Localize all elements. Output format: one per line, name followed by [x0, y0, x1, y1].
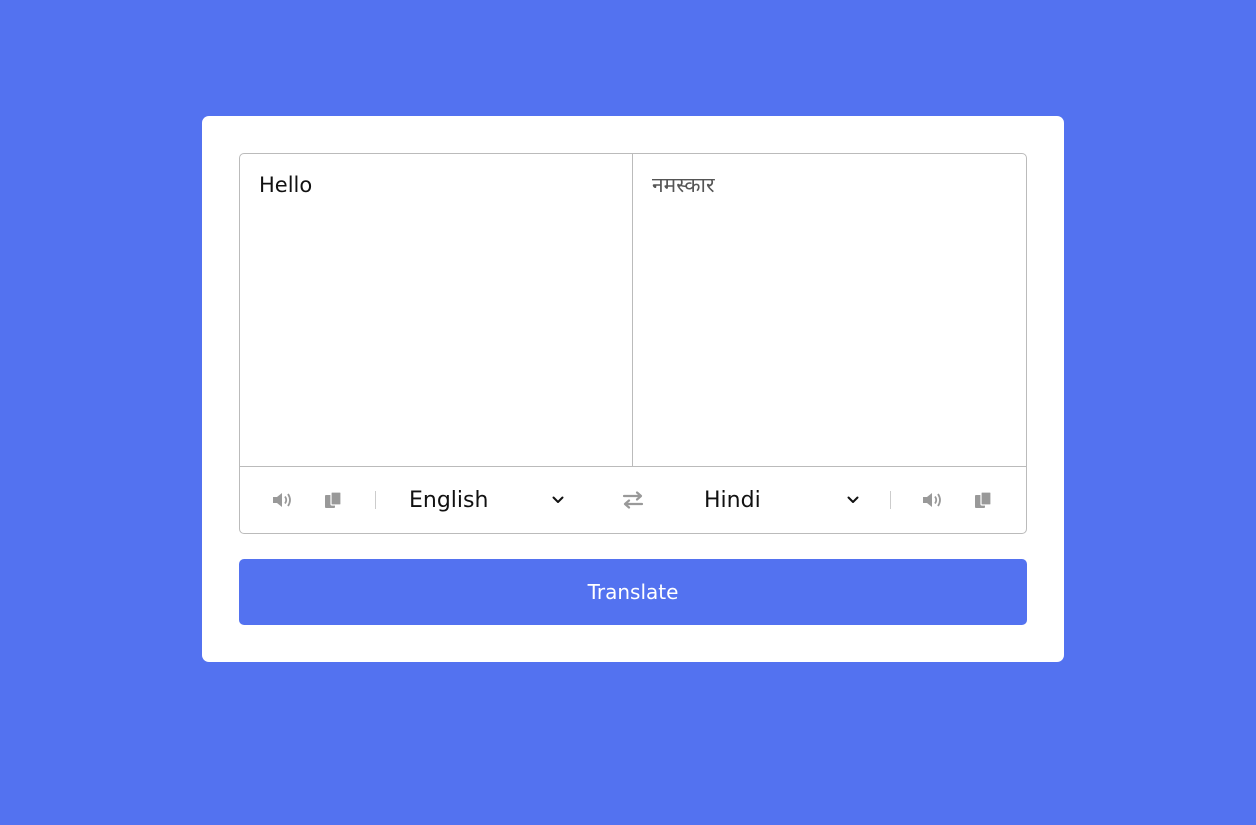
- to-text-output[interactable]: नमस्कार: [633, 154, 1026, 467]
- from-language-label: English: [409, 487, 489, 513]
- from-text-input[interactable]: Hello: [240, 154, 633, 467]
- copy-icon[interactable]: [320, 487, 346, 513]
- translate-button[interactable]: Translate: [239, 559, 1027, 625]
- divider: [375, 491, 376, 509]
- speaker-icon[interactable]: [270, 487, 296, 513]
- to-speak-button[interactable]: [920, 467, 946, 533]
- translator-wrapper: Hello नमस्कार English Hindi: [239, 153, 1027, 534]
- chevron-down-icon: [846, 493, 860, 507]
- from-copy-button[interactable]: [320, 467, 346, 533]
- to-language-select[interactable]: Hindi: [704, 467, 860, 533]
- from-speak-button[interactable]: [270, 467, 296, 533]
- controls-bar: English Hindi: [240, 467, 1026, 533]
- from-language-select[interactable]: English: [409, 467, 565, 533]
- text-area: Hello नमस्कार: [240, 154, 1026, 467]
- divider: [890, 491, 891, 509]
- exchange-icon[interactable]: [620, 487, 646, 513]
- copy-icon[interactable]: [970, 487, 996, 513]
- exchange-button[interactable]: [620, 467, 646, 533]
- chevron-down-icon: [551, 493, 565, 507]
- speaker-icon[interactable]: [920, 487, 946, 513]
- to-copy-button[interactable]: [970, 467, 996, 533]
- to-language-label: Hindi: [704, 487, 761, 513]
- translator-card: Hello नमस्कार English Hindi Translate: [202, 116, 1064, 662]
